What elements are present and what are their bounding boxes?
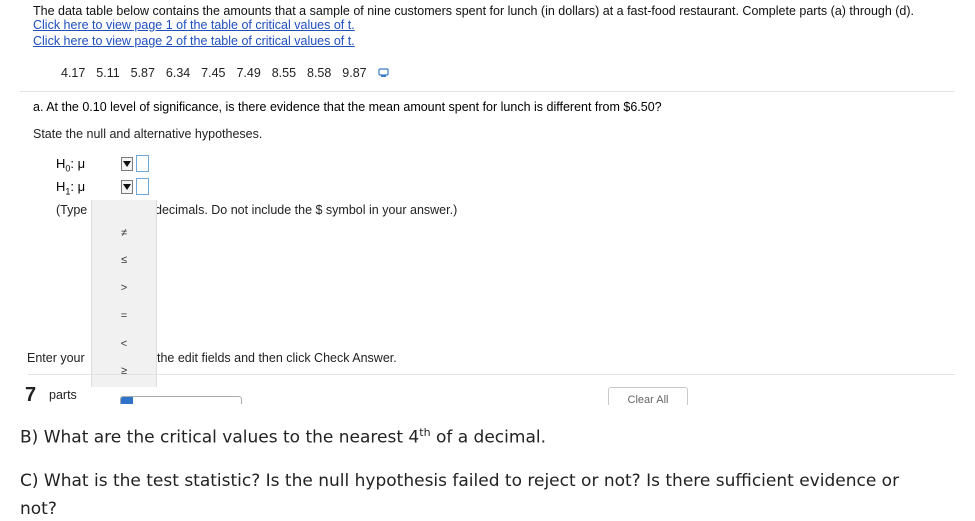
- critical-values-link-page-1[interactable]: Click here to view page 1 of the table o…: [33, 18, 355, 32]
- h1-symbol: H: [56, 179, 66, 194]
- h0-value-input[interactable]: [136, 155, 149, 172]
- dropdown-arrow-icon: [123, 184, 131, 190]
- question-c-line-2: not?: [20, 499, 57, 519]
- question-b: B) What are the critical values to the n…: [20, 426, 546, 448]
- option-not-equal[interactable]: ≠: [92, 219, 156, 247]
- problem-intro: The data table below contains the amount…: [33, 4, 915, 18]
- question-a-text: a. At the 0.10 level of significance, is…: [33, 100, 662, 114]
- question-c-line-1: C) What is the test statistic? Is the nu…: [20, 471, 900, 491]
- parts-progress-bar: [120, 396, 242, 404]
- h1-operator-dropdown[interactable]: [121, 180, 133, 194]
- question-b-text: B) What are the critical values to the n…: [20, 427, 420, 448]
- h0-operator-dropdown[interactable]: [121, 157, 133, 171]
- h1-mu: : μ: [70, 179, 86, 194]
- option-equal[interactable]: =: [92, 302, 156, 330]
- type-instruction-suffix: decimals. Do not include the $ symbol in…: [155, 203, 458, 217]
- operator-dropdown-menu: ≠ ≤ > = < ≥: [91, 200, 157, 387]
- enter-instruction-prefix: Enter your: [27, 351, 85, 365]
- state-hypotheses-prompt: State the null and alternative hypothese…: [33, 127, 263, 141]
- parts-count: 7: [25, 384, 37, 406]
- h1-value-input[interactable]: [136, 178, 149, 195]
- alternative-hypothesis-label: H1: μ: [56, 179, 85, 197]
- null-hypothesis-label: H0: μ: [56, 156, 85, 174]
- h0-symbol: H: [56, 156, 66, 171]
- option-greater-than[interactable]: >: [92, 274, 156, 302]
- option-less-than[interactable]: <: [92, 330, 156, 358]
- progress-fill: [121, 397, 133, 404]
- enter-instruction-suffix: the edit fields and then click Check Ans…: [157, 351, 397, 365]
- option-less-or-equal[interactable]: ≤: [92, 246, 156, 274]
- critical-values-link-page-2[interactable]: Click here to view page 2 of the table o…: [33, 34, 355, 48]
- question-b-superscript: th: [419, 426, 431, 439]
- option-greater-or-equal[interactable]: ≥: [92, 357, 156, 385]
- h0-mu: : μ: [70, 156, 86, 171]
- parts-label: parts: [49, 388, 77, 402]
- divider: [28, 374, 955, 375]
- type-instruction-prefix: (Type: [56, 203, 88, 217]
- dropdown-arrow-icon: [123, 161, 131, 167]
- data-values-row: 4.17 5.11 5.87 6.34 7.45 7.49 8.55 8.58 …: [61, 66, 390, 81]
- question-b-text-end: of a decimal.: [430, 427, 546, 448]
- copy-data-icon[interactable]: [378, 67, 390, 81]
- divider: [20, 91, 955, 92]
- clear-all-button[interactable]: Clear All: [608, 387, 688, 405]
- data-values-text: 4.17 5.11 5.87 6.34 7.45 7.49 8.55 8.58 …: [61, 66, 367, 80]
